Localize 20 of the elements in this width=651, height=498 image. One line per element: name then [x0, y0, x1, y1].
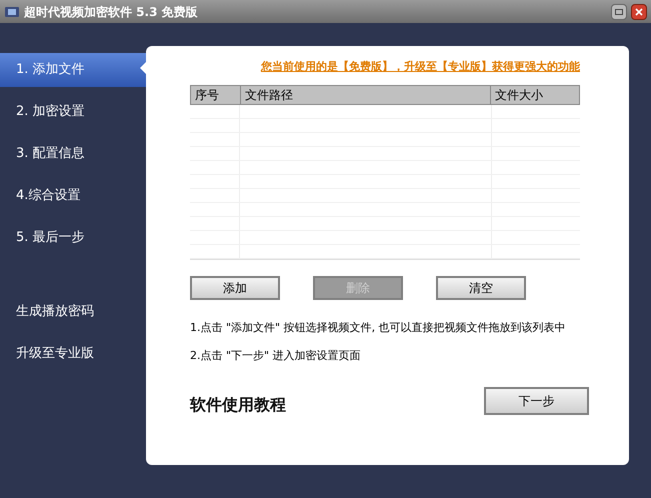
- sidebar-item[interactable]: 4.综合设置: [0, 179, 146, 213]
- tutorial-heading: 软件使用教程: [190, 394, 286, 416]
- column-header: 序号: [191, 86, 241, 104]
- column-header: 文件路径: [241, 86, 491, 104]
- instruction-text: 2.点击 "下一步" 进入加密设置页面: [190, 348, 362, 364]
- sidebar-item[interactable]: 3. 配置信息: [0, 137, 146, 171]
- action-button[interactable]: 清空: [436, 276, 526, 300]
- action-button[interactable]: 添加: [190, 276, 280, 300]
- close-button[interactable]: [631, 4, 647, 20]
- sidebar-item[interactable]: 2. 加密设置: [0, 95, 146, 129]
- sidebar-link[interactable]: 生成播放密码: [0, 291, 146, 333]
- sidebar-link[interactable]: 升级至专业版: [0, 333, 146, 375]
- sidebar-item[interactable]: 1. 添加文件: [0, 53, 146, 87]
- minimize-button[interactable]: [611, 4, 627, 20]
- window-title: 超时代视频加密软件 5.3 免费版: [24, 4, 198, 20]
- close-icon: [635, 8, 643, 16]
- next-button[interactable]: 下一步: [484, 386, 589, 414]
- instruction-text: 1.点击 "添加文件" 按钮选择视频文件, 也可以直接把视频文件拖放到该列表中: [190, 320, 567, 336]
- sidebar-item[interactable]: 5. 最后一步: [0, 221, 146, 255]
- column-header: 文件大小: [494, 86, 544, 104]
